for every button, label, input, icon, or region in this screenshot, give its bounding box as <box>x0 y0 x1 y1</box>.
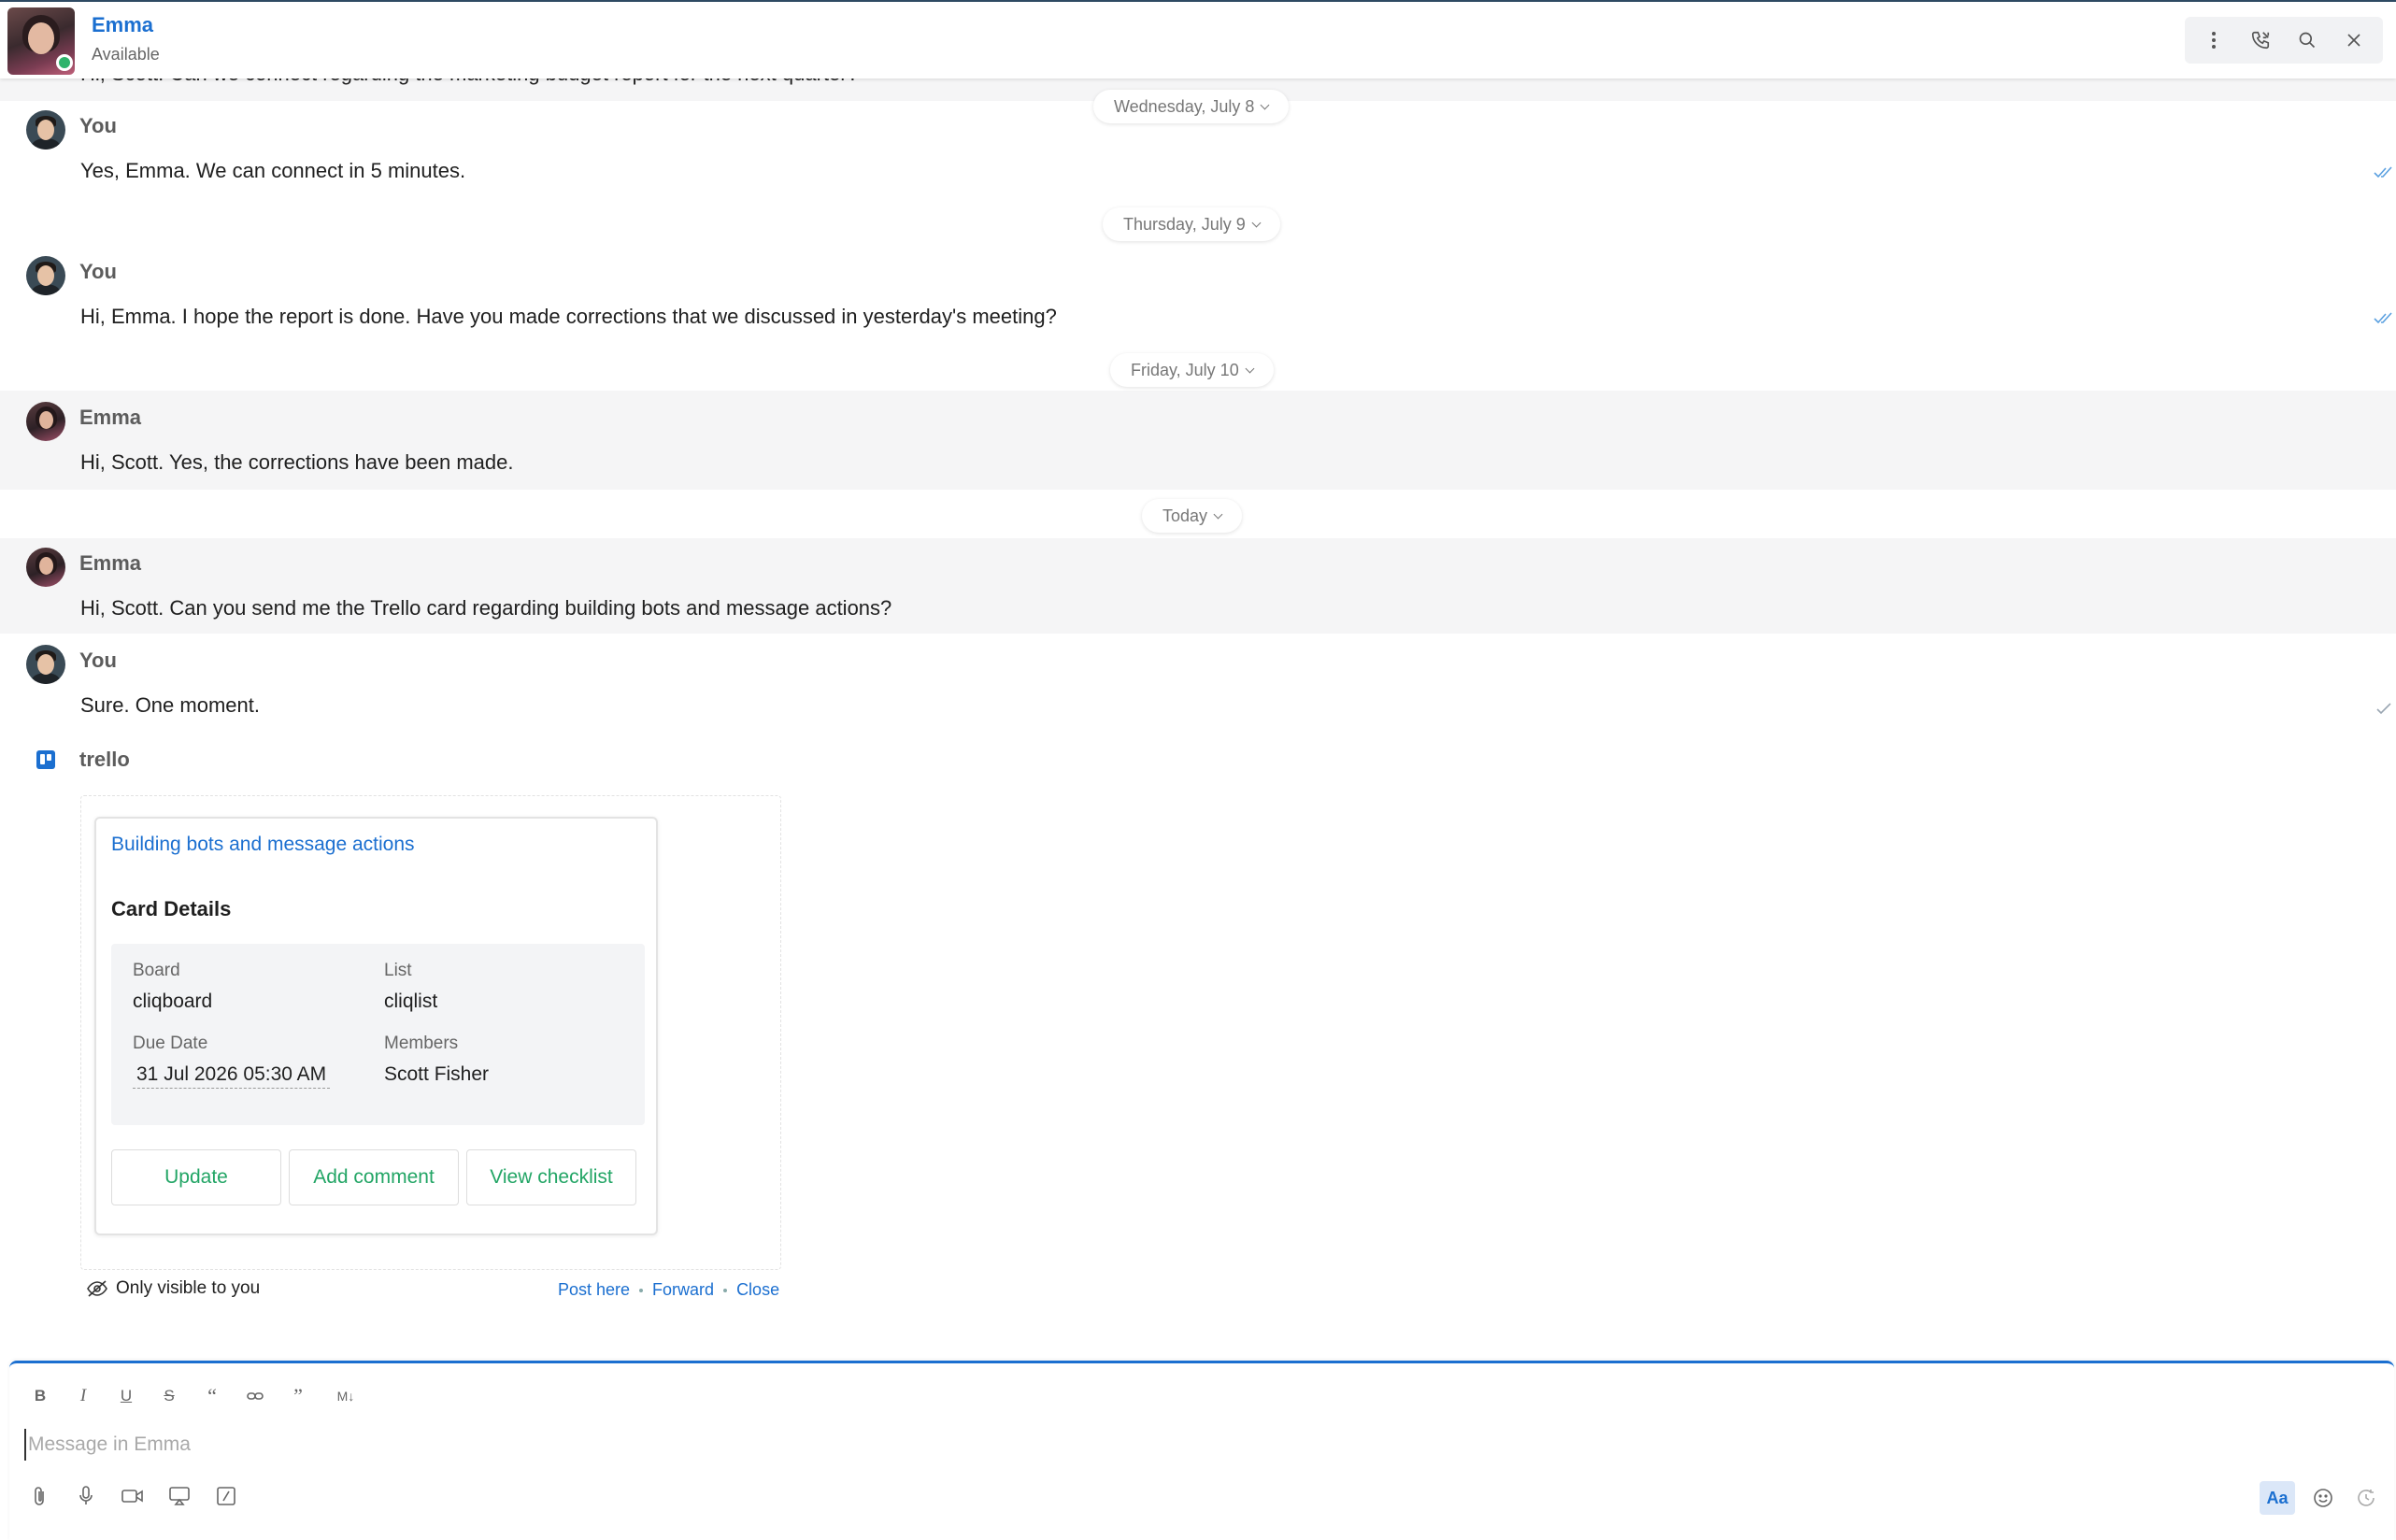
chevron-down-icon <box>1245 364 1255 373</box>
sent-check-icon <box>2376 703 2391 715</box>
strikethrough-icon[interactable]: S <box>155 1382 183 1410</box>
sender-name[interactable]: You <box>79 649 117 673</box>
visibility-note: Only visible to you <box>86 1278 260 1299</box>
avatar[interactable] <box>26 256 65 295</box>
visibility-text: Only visible to you <box>116 1278 261 1298</box>
post-here-link[interactable]: Post here <box>558 1280 630 1300</box>
due-date-value[interactable]: 31 Jul 2026 05:30 AM <box>133 1063 331 1089</box>
composer-right-tools: Aa <box>2260 1481 2381 1515</box>
eye-hidden-icon <box>87 1280 107 1297</box>
microphone-icon[interactable] <box>71 1481 101 1511</box>
card-link[interactable]: Building bots and message actions <box>111 834 415 856</box>
underline-icon[interactable]: U <box>112 1382 140 1410</box>
date-separator-label: Friday, July 10 <box>1131 360 1239 379</box>
add-comment-button[interactable]: Add comment <box>289 1149 459 1205</box>
schedule-icon[interactable] <box>2351 1483 2381 1513</box>
avatar[interactable] <box>26 645 65 684</box>
italic-icon[interactable]: I <box>69 1382 97 1410</box>
trello-card: Building bots and message actions Card D… <box>94 817 658 1235</box>
sender-name[interactable]: Emma <box>79 406 141 430</box>
board-value: cliqboard <box>133 991 213 1012</box>
message-input[interactable] <box>24 1429 2267 1461</box>
message-text: Hi, Emma. I hope the report is done. Hav… <box>80 305 1057 328</box>
bot-message-actions: Post here Forward Close <box>558 1280 779 1300</box>
read-receipt-icon <box>2374 312 2392 324</box>
video-icon[interactable] <box>118 1481 148 1511</box>
date-separator[interactable]: Thursday, July 9 <box>1103 207 1280 241</box>
date-separator-label: Wednesday, July 8 <box>1114 96 1255 116</box>
emoji-icon[interactable] <box>2308 1483 2338 1513</box>
read-receipt-icon <box>2374 166 2392 178</box>
header-toolbar <box>2185 17 2383 64</box>
update-button[interactable]: Update <box>111 1149 281 1205</box>
avatar[interactable] <box>26 402 65 441</box>
trello-icon <box>36 750 55 769</box>
attachment-icon[interactable] <box>24 1481 54 1511</box>
call-icon[interactable] <box>2242 21 2279 59</box>
link-icon[interactable] <box>241 1382 269 1410</box>
avatar[interactable] <box>26 110 65 150</box>
contact-status: Available <box>92 45 160 64</box>
date-separator[interactable]: Today <box>1142 499 1243 533</box>
composer-actions <box>24 1481 241 1511</box>
sender-name[interactable]: You <box>79 260 117 284</box>
markdown-icon[interactable]: M↓ <box>327 1382 364 1410</box>
message-text: Sure. One moment. <box>80 693 260 717</box>
due-date-label: Due Date <box>133 1034 208 1053</box>
close-icon[interactable] <box>2335 21 2373 59</box>
view-checklist-button[interactable]: View checklist <box>466 1149 636 1205</box>
date-separator-label: Today <box>1162 506 1208 525</box>
message-composer: B I U S “ ” M↓ Aa <box>9 1361 2394 1540</box>
search-icon[interactable] <box>2289 21 2326 59</box>
date-separator[interactable]: Wednesday, July 8 <box>1093 90 1290 123</box>
members-value: Scott Fisher <box>384 1063 490 1085</box>
chat-header: Emma Available <box>0 0 2396 78</box>
slash-command-icon[interactable] <box>211 1481 241 1511</box>
text-format-toggle[interactable]: Aa <box>2260 1481 2295 1515</box>
screen-share-icon[interactable] <box>164 1481 194 1511</box>
card-details-panel: Board cliqboard List cliqlist Due Date 3… <box>111 944 645 1125</box>
date-separator[interactable]: Friday, July 10 <box>1110 353 1274 387</box>
card-details-title: Card Details <box>111 897 232 920</box>
chevron-down-icon <box>1251 218 1262 227</box>
forward-link[interactable]: Forward <box>652 1280 714 1300</box>
separator-dot <box>639 1288 644 1292</box>
members-label: Members <box>384 1034 459 1053</box>
chevron-down-icon <box>1213 509 1223 519</box>
bot-name[interactable]: trello <box>79 748 130 772</box>
more-options-icon[interactable] <box>2195 21 2232 59</box>
sender-name[interactable]: Emma <box>79 551 141 576</box>
message-text: Hi, Scott. Can you send me the Trello ca… <box>80 596 892 620</box>
blockquote-icon[interactable]: ” <box>284 1382 312 1410</box>
chevron-down-icon <box>1260 100 1270 109</box>
formatting-toolbar: B I U S “ ” M↓ <box>26 1382 364 1410</box>
quote-icon[interactable]: “ <box>198 1382 226 1410</box>
message-text: Hi, Scott. Yes, the corrections have bee… <box>80 450 514 474</box>
avatar[interactable] <box>26 548 65 587</box>
list-value: cliqlist <box>384 991 438 1012</box>
board-label: Board <box>133 961 180 980</box>
message-row-highlight <box>0 391 2396 490</box>
online-status-dot <box>56 54 73 71</box>
close-link[interactable]: Close <box>736 1280 779 1300</box>
date-separator-label: Thursday, July 9 <box>1123 214 1246 234</box>
contact-name[interactable]: Emma <box>92 13 153 37</box>
sender-name[interactable]: You <box>79 114 117 138</box>
message-text: Yes, Emma. We can connect in 5 minutes. <box>80 159 466 182</box>
bold-icon[interactable]: B <box>26 1382 54 1410</box>
separator-dot <box>723 1288 728 1292</box>
list-label: List <box>384 961 412 980</box>
